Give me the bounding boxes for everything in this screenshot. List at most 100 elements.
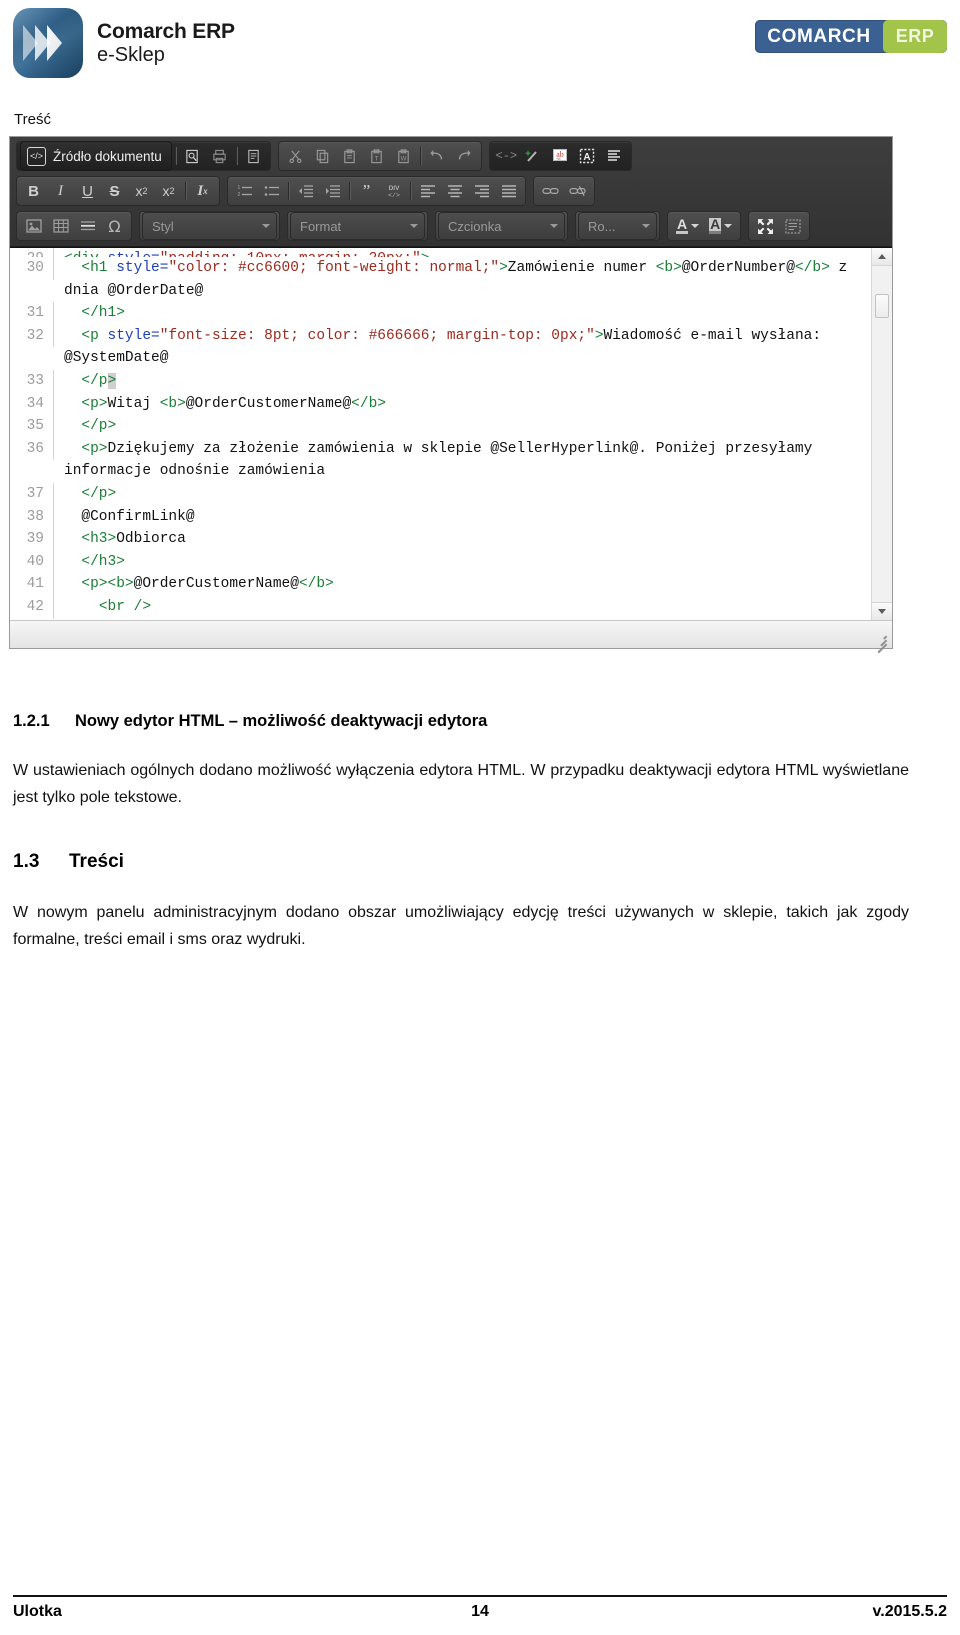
source-code-area[interactable]: 29<div style="padding: 10px; margin: 20p… <box>10 247 892 620</box>
font-size-dropdown[interactable]: Ro... <box>578 212 657 240</box>
svg-text:T: T <box>374 155 378 162</box>
align-right-icon[interactable] <box>469 179 494 203</box>
code-line: 31 </h1> <box>10 302 872 325</box>
link-icon[interactable] <box>538 179 563 203</box>
code-line: 30 <h1 style="color: #cc6600; font-weigh… <box>10 257 872 302</box>
resize-grip-icon[interactable] <box>875 632 887 653</box>
scrollbar-thumb[interactable] <box>875 294 889 318</box>
source-document-label: Źródło dokumentu <box>53 148 162 164</box>
clipboard-text-icon[interactable]: T <box>364 144 389 168</box>
italic-button[interactable]: I <box>48 179 73 203</box>
div-container-icon[interactable]: DIV </> <box>381 179 406 203</box>
styles-dropdown[interactable]: Styl <box>142 212 277 240</box>
vertical-scrollbar[interactable] <box>871 248 892 620</box>
clipboard-word-icon[interactable]: W <box>391 144 416 168</box>
chevron-down-icon <box>642 224 650 228</box>
toolbar-group-styles: Styl <box>139 211 280 241</box>
background-color-label: A <box>709 216 722 234</box>
strikethrough-button[interactable]: S <box>102 179 127 203</box>
align-justify-icon[interactable] <box>496 179 521 203</box>
source-code-icon: </> <box>27 146 46 166</box>
source-document-button[interactable]: </> Źródło dokumentu <box>20 141 172 171</box>
toolbar-group-font: Czcionka <box>435 211 568 241</box>
remove-format-button[interactable]: Ix <box>190 179 215 203</box>
toolbar-group-insert: Ω <box>16 211 132 241</box>
page-footer: Ulotka 14 v.2015.5.2 <box>13 1595 947 1621</box>
svg-text:ab: ab <box>557 150 565 159</box>
unordered-list-icon[interactable] <box>259 179 284 203</box>
outdent-icon[interactable] <box>293 179 318 203</box>
redo-arrow-icon[interactable] <box>452 144 477 168</box>
line-number: 37 <box>10 482 54 506</box>
line-number: 32 <box>10 324 54 348</box>
code-text: </h3> <box>64 553 125 570</box>
indent-icon[interactable] <box>320 179 345 203</box>
align-left-icon[interactable] <box>415 179 440 203</box>
bold-button[interactable]: B <box>21 179 46 203</box>
footer-version: v.2015.5.2 <box>872 1603 947 1620</box>
paragraph-lines-icon[interactable] <box>602 144 627 168</box>
underline-button[interactable]: U <box>75 179 100 203</box>
toolbar-row-1: </> Źródło dokumentu T W <-> ab A <box>16 141 886 171</box>
horizontal-rule-icon[interactable] <box>75 214 100 238</box>
align-center-icon[interactable] <box>442 179 467 203</box>
toolbar-row-2: B I U S x2 x2 Ix 12 ” DIV </> <box>16 176 886 206</box>
print-icon[interactable] <box>207 144 232 168</box>
maximize-icon[interactable] <box>753 214 778 238</box>
toolbar-group-fontsize: Ro... <box>575 211 660 241</box>
quote-icon[interactable]: ” <box>354 179 379 203</box>
undo-arrow-icon[interactable] <box>425 144 450 168</box>
chevron-down-icon <box>262 224 270 228</box>
show-blocks-icon[interactable] <box>780 214 805 238</box>
image-icon[interactable] <box>21 214 46 238</box>
footer-left-label: Ulotka <box>13 1603 62 1620</box>
toolbar-group-colors: A A <box>667 211 742 241</box>
unlink-icon[interactable] <box>565 179 590 203</box>
text-color-button[interactable]: A <box>671 214 704 238</box>
code-text: <p>Witaj <b>@OrderCustomerName@</b> <box>64 395 386 412</box>
toolbar-group-document: </> Źródło dokumentu <box>16 141 271 171</box>
chevron-down-icon <box>410 224 418 228</box>
omega-icon[interactable]: Ω <box>102 214 127 238</box>
code-line: 36 <p>Dziękujemy za złożenie zamówienia … <box>10 437 872 483</box>
code-text: <br /> <box>64 598 152 615</box>
code-text: </p> <box>64 485 117 502</box>
brand-title: Comarch ERP <box>97 19 235 43</box>
editor-toolbar: </> Źródło dokumentu T W <-> ab A B I U … <box>10 137 892 247</box>
select-all-icon[interactable]: A <box>575 144 600 168</box>
ordered-list-icon[interactable]: 12 <box>232 179 257 203</box>
code-brackets-icon[interactable]: <-> <box>494 144 519 168</box>
line-number: 30 <box>10 257 54 280</box>
section-title-2: Treści <box>69 851 124 872</box>
spellcheck-icon[interactable]: ab <box>548 144 573 168</box>
brand-subtitle: e-Sklep <box>97 43 165 66</box>
code-line: 35 </p> <box>10 415 872 438</box>
clipboard-icon[interactable] <box>337 144 362 168</box>
svg-text:2: 2 <box>237 192 240 198</box>
svg-text:A: A <box>584 152 591 163</box>
line-number: 29 <box>10 248 54 257</box>
code-lines-container[interactable]: 29<div style="padding: 10px; margin: 20p… <box>10 248 872 620</box>
superscript-button[interactable]: x2 <box>156 179 181 203</box>
code-line: 40 </h3> <box>10 550 872 574</box>
scroll-up-button[interactable] <box>872 248 892 266</box>
magic-wand-icon[interactable] <box>521 144 546 168</box>
section-paragraph-1: W ustawieniach ogólnych dodano możliwość… <box>13 762 909 806</box>
styles-dropdown-label: Styl <box>152 218 174 234</box>
copy-icon[interactable] <box>310 144 335 168</box>
code-text: <p style="font-size: 8pt; color: #666666… <box>64 327 830 367</box>
code-line: 42 <br /> <box>10 595 872 619</box>
code-text: </p> <box>64 418 117 435</box>
background-color-button[interactable]: A <box>704 214 737 238</box>
preview-icon[interactable] <box>180 144 205 168</box>
table-icon[interactable] <box>48 214 73 238</box>
code-line: 41 <p><b>@OrderCustomerName@</b> <box>10 573 872 596</box>
section-number-1: 1.2.1 <box>13 712 50 730</box>
subscript-button[interactable]: x2 <box>129 179 154 203</box>
scissors-icon[interactable] <box>283 144 308 168</box>
format-dropdown[interactable]: Format <box>290 212 425 240</box>
font-dropdown[interactable]: Czcionka <box>438 212 565 240</box>
field-label-tresc: Treść <box>14 111 51 128</box>
templates-icon[interactable] <box>241 144 266 168</box>
scroll-down-button[interactable] <box>872 602 892 620</box>
